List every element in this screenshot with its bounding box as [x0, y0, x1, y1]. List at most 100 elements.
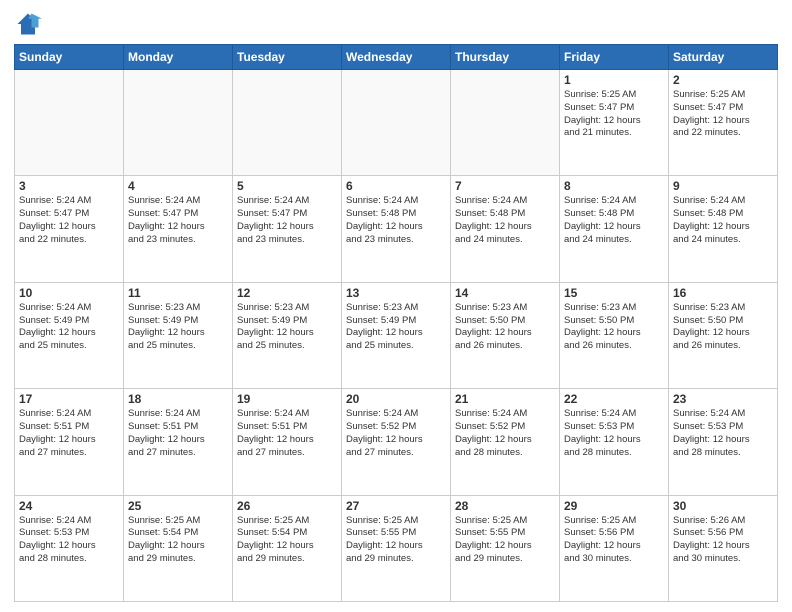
day-number: 4 [128, 179, 228, 193]
day-info: Sunrise: 5:23 AM Sunset: 5:50 PM Dayligh… [455, 302, 555, 353]
day-number: 15 [564, 286, 664, 300]
weekday-header: Sunday [15, 45, 124, 70]
calendar-cell: 30Sunrise: 5:26 AM Sunset: 5:56 PM Dayli… [669, 495, 778, 601]
day-info: Sunrise: 5:25 AM Sunset: 5:47 PM Dayligh… [564, 89, 664, 140]
day-number: 21 [455, 392, 555, 406]
calendar-cell: 14 Sunrise: 5:23 AM Sunset: 5:50 PM Dayli… [451, 282, 560, 388]
calendar-cell: 10 Sunrise: 5:24 AM Sunset: 5:49 PM Dayli… [15, 282, 124, 388]
calendar-cell: 11 Sunrise: 5:23 AM Sunset: 5:49 PM Dayli… [124, 282, 233, 388]
calendar-cell [342, 70, 451, 176]
calendar-cell: 9 Sunrise: 5:24 AM Sunset: 5:48 PM Daylig… [669, 176, 778, 282]
calendar-cell: 8Sunrise: 5:24 AM Sunset: 5:48 PM Daylig… [560, 176, 669, 282]
day-number: 8 [564, 179, 664, 193]
day-info: Sunrise: 5:23 AM Sunset: 5:49 PM Dayligh… [237, 302, 337, 353]
weekday-header: Friday [560, 45, 669, 70]
weekday-header: Wednesday [342, 45, 451, 70]
day-info: Sunrise: 5:25 AM Sunset: 5:54 PM Dayligh… [128, 515, 228, 566]
day-number: 28 [455, 499, 555, 513]
day-info: Sunrise: 5:24 AM Sunset: 5:48 PM Dayligh… [673, 195, 773, 246]
weekday-header: Monday [124, 45, 233, 70]
logo [14, 10, 45, 38]
day-info: Sunrise: 5:24 AM Sunset: 5:51 PM Dayligh… [128, 408, 228, 459]
calendar-week-row: 10 Sunrise: 5:24 AM Sunset: 5:49 PM Dayli… [15, 282, 778, 388]
calendar-week-row: 1Sunrise: 5:25 AM Sunset: 5:47 PM Daylig… [15, 70, 778, 176]
day-info: Sunrise: 5:24 AM Sunset: 5:48 PM Dayligh… [346, 195, 446, 246]
calendar-cell: 5Sunrise: 5:24 AM Sunset: 5:47 PM Daylig… [233, 176, 342, 282]
day-info: Sunrise: 5:25 AM Sunset: 5:47 PM Dayligh… [673, 89, 773, 140]
calendar-cell: 18 Sunrise: 5:24 AM Sunset: 5:51 PM Dayli… [124, 389, 233, 495]
day-number: 17 [19, 392, 119, 406]
calendar-cell: 15 Sunrise: 5:23 AM Sunset: 5:50 PM Dayli… [560, 282, 669, 388]
calendar-cell: 25 Sunrise: 5:25 AM Sunset: 5:54 PM Dayli… [124, 495, 233, 601]
day-info: Sunrise: 5:24 AM Sunset: 5:52 PM Dayligh… [346, 408, 446, 459]
calendar-week-row: 17 Sunrise: 5:24 AM Sunset: 5:51 PM Dayli… [15, 389, 778, 495]
calendar-cell: 23 Sunrise: 5:24 AM Sunset: 5:53 PM Dayli… [669, 389, 778, 495]
calendar-cell: 28 Sunrise: 5:25 AM Sunset: 5:55 PM Dayli… [451, 495, 560, 601]
weekday-header: Saturday [669, 45, 778, 70]
day-number: 26 [237, 499, 337, 513]
calendar-cell: 21 Sunrise: 5:24 AM Sunset: 5:52 PM Dayli… [451, 389, 560, 495]
calendar-cell [451, 70, 560, 176]
day-info: Sunrise: 5:24 AM Sunset: 5:52 PM Dayligh… [455, 408, 555, 459]
header [14, 10, 778, 38]
day-info: Sunrise: 5:23 AM Sunset: 5:49 PM Dayligh… [346, 302, 446, 353]
day-number: 6 [346, 179, 446, 193]
day-number: 3 [19, 179, 119, 193]
calendar-cell [233, 70, 342, 176]
calendar-cell: 12 Sunrise: 5:23 AM Sunset: 5:49 PM Dayli… [233, 282, 342, 388]
day-number: 20 [346, 392, 446, 406]
day-number: 16 [673, 286, 773, 300]
day-info: Sunrise: 5:23 AM Sunset: 5:50 PM Dayligh… [564, 302, 664, 353]
day-info: Sunrise: 5:23 AM Sunset: 5:50 PM Dayligh… [673, 302, 773, 353]
calendar-cell: 27 Sunrise: 5:25 AM Sunset: 5:55 PM Dayli… [342, 495, 451, 601]
day-number: 10 [19, 286, 119, 300]
day-number: 9 [673, 179, 773, 193]
calendar-cell: 19Sunrise: 5:24 AM Sunset: 5:51 PM Dayli… [233, 389, 342, 495]
day-info: Sunrise: 5:24 AM Sunset: 5:49 PM Dayligh… [19, 302, 119, 353]
day-number: 29 [564, 499, 664, 513]
day-number: 11 [128, 286, 228, 300]
day-number: 18 [128, 392, 228, 406]
calendar-cell: 29 Sunrise: 5:25 AM Sunset: 5:56 PM Dayli… [560, 495, 669, 601]
day-info: Sunrise: 5:24 AM Sunset: 5:47 PM Dayligh… [19, 195, 119, 246]
day-info: Sunrise: 5:25 AM Sunset: 5:54 PM Dayligh… [237, 515, 337, 566]
day-info: Sunrise: 5:24 AM Sunset: 5:47 PM Dayligh… [128, 195, 228, 246]
calendar-cell: 6 Sunrise: 5:24 AM Sunset: 5:48 PM Daylig… [342, 176, 451, 282]
day-info: Sunrise: 5:24 AM Sunset: 5:53 PM Dayligh… [564, 408, 664, 459]
day-info: Sunrise: 5:24 AM Sunset: 5:51 PM Dayligh… [19, 408, 119, 459]
calendar-cell: 24 Sunrise: 5:24 AM Sunset: 5:53 PM Dayli… [15, 495, 124, 601]
day-number: 7 [455, 179, 555, 193]
day-number: 23 [673, 392, 773, 406]
calendar-cell: 13Sunrise: 5:23 AM Sunset: 5:49 PM Dayli… [342, 282, 451, 388]
calendar-cell: 20 Sunrise: 5:24 AM Sunset: 5:52 PM Dayli… [342, 389, 451, 495]
calendar-cell: 4 Sunrise: 5:24 AM Sunset: 5:47 PM Daylig… [124, 176, 233, 282]
calendar-week-row: 24 Sunrise: 5:24 AM Sunset: 5:53 PM Dayli… [15, 495, 778, 601]
calendar-header-row: SundayMondayTuesdayWednesdayThursdayFrid… [15, 45, 778, 70]
calendar-cell: 7 Sunrise: 5:24 AM Sunset: 5:48 PM Daylig… [451, 176, 560, 282]
calendar-week-row: 3 Sunrise: 5:24 AM Sunset: 5:47 PM Daylig… [15, 176, 778, 282]
calendar-cell: 22Sunrise: 5:24 AM Sunset: 5:53 PM Dayli… [560, 389, 669, 495]
calendar: SundayMondayTuesdayWednesdayThursdayFrid… [14, 44, 778, 602]
day-info: Sunrise: 5:25 AM Sunset: 5:55 PM Dayligh… [346, 515, 446, 566]
day-number: 2 [673, 73, 773, 87]
day-number: 5 [237, 179, 337, 193]
page: SundayMondayTuesdayWednesdayThursdayFrid… [0, 0, 792, 612]
calendar-cell: 26 Sunrise: 5:25 AM Sunset: 5:54 PM Dayli… [233, 495, 342, 601]
day-number: 24 [19, 499, 119, 513]
day-info: Sunrise: 5:23 AM Sunset: 5:49 PM Dayligh… [128, 302, 228, 353]
day-info: Sunrise: 5:24 AM Sunset: 5:53 PM Dayligh… [673, 408, 773, 459]
day-number: 27 [346, 499, 446, 513]
calendar-cell [15, 70, 124, 176]
day-number: 25 [128, 499, 228, 513]
day-number: 19 [237, 392, 337, 406]
day-number: 14 [455, 286, 555, 300]
day-number: 12 [237, 286, 337, 300]
day-info: Sunrise: 5:24 AM Sunset: 5:48 PM Dayligh… [455, 195, 555, 246]
weekday-header: Thursday [451, 45, 560, 70]
logo-icon [14, 10, 42, 38]
weekday-header: Tuesday [233, 45, 342, 70]
day-info: Sunrise: 5:25 AM Sunset: 5:55 PM Dayligh… [455, 515, 555, 566]
day-info: Sunrise: 5:25 AM Sunset: 5:56 PM Dayligh… [564, 515, 664, 566]
calendar-cell [124, 70, 233, 176]
day-info: Sunrise: 5:24 AM Sunset: 5:53 PM Dayligh… [19, 515, 119, 566]
